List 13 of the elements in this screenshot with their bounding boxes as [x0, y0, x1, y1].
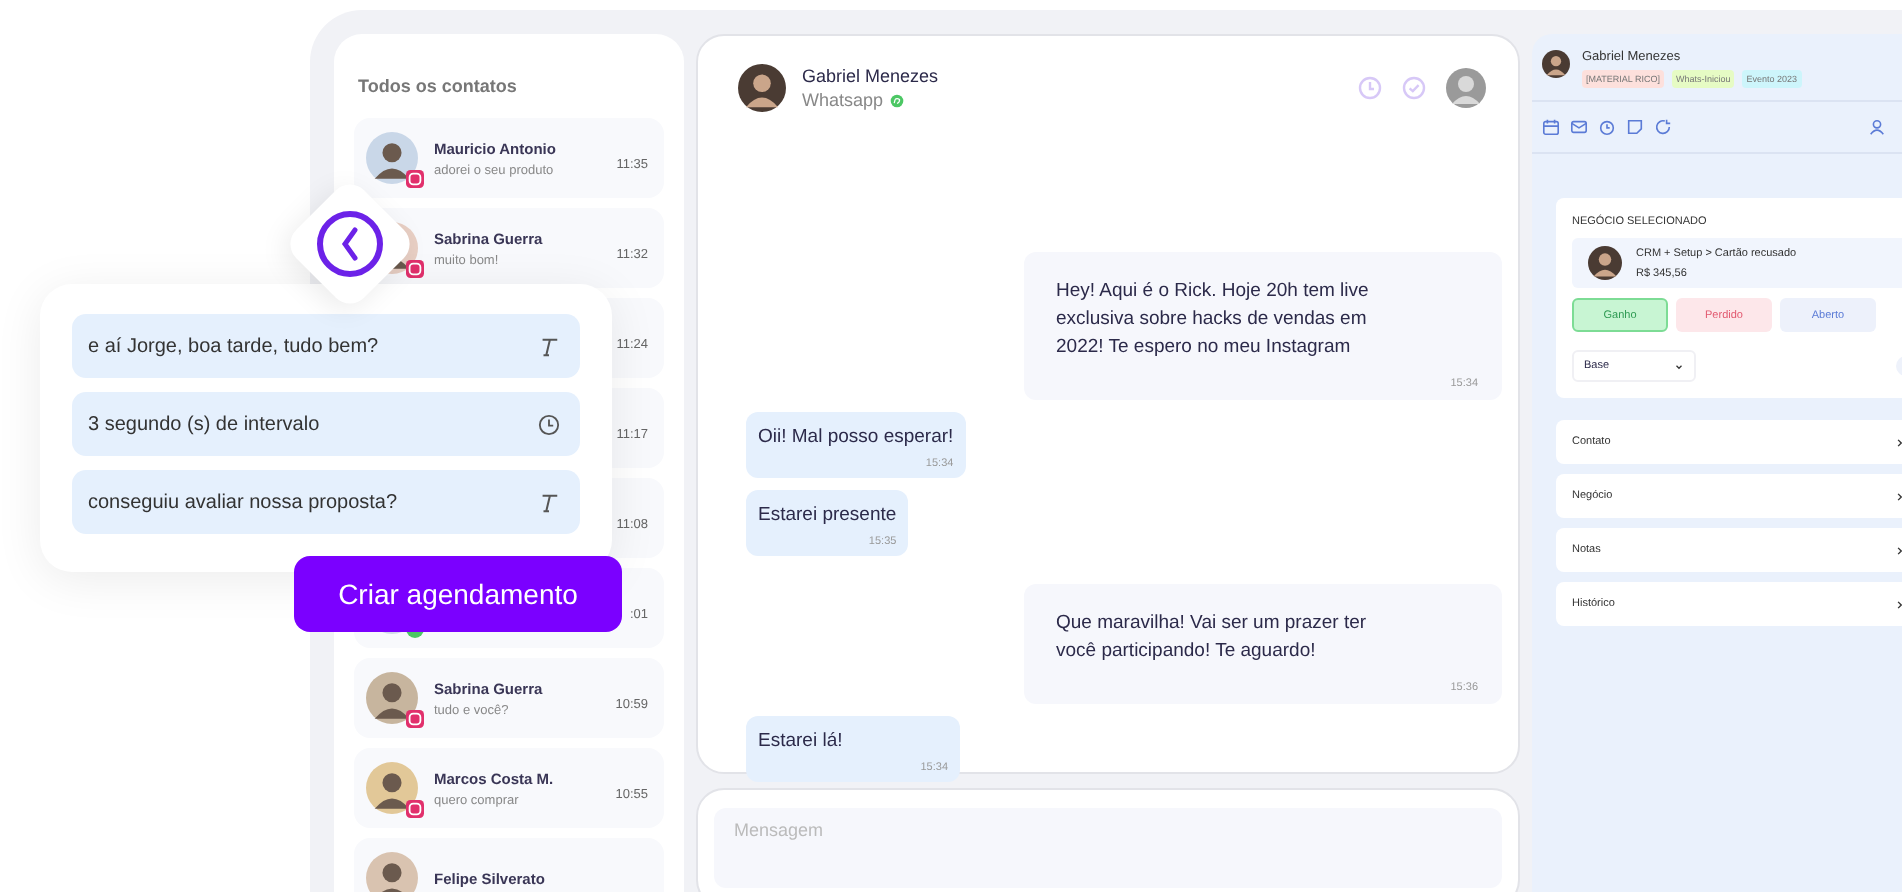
message-text: Oii! Mal posso esperar!: [758, 424, 954, 452]
contact-name: Gabriel Menezes: [802, 66, 939, 86]
message-input[interactable]: Mensagem: [714, 808, 1502, 888]
message-text: Hey! Aqui é o Rick. Hoje 20h tem live exclusiva sobre hacks de vendas em 2022! Te espero no meu Instagram: [1056, 278, 1371, 362]
contacts-title: Todos os contatos: [358, 76, 519, 96]
schedule-step[interactable]: 3 segundo (s) de intervalo: [72, 392, 580, 456]
message-text: Estarei presente: [758, 502, 897, 530]
message-text: Que maravilha! Vai ser um prazer ter você participando! Te aguardo!: [1056, 610, 1369, 666]
schedule-step[interactable]: e aí Jorge, boa tarde, tudo bem?: [72, 314, 580, 378]
schedule-step[interactable]: conseguiu avaliar nossa proposta?: [72, 470, 580, 534]
message-text: Estarei lá!: [758, 728, 845, 756]
channel-label: Whatsapp: [802, 90, 884, 110]
create-schedule-button[interactable]: Criar agendamento: [294, 556, 622, 632]
